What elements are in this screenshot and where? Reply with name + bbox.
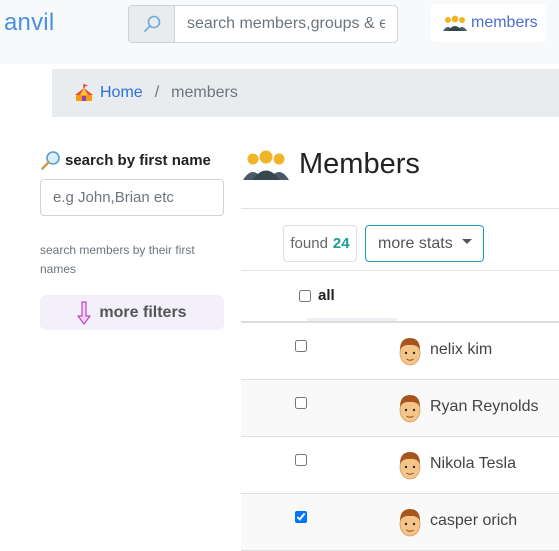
- nav-members-label: members: [471, 14, 538, 31]
- brand-logo[interactable]: anvil: [4, 9, 54, 37]
- name-search-title: search by first name: [65, 151, 211, 169]
- row-checkbox[interactable]: [295, 454, 307, 466]
- face-icon: [399, 509, 421, 537]
- down-arrow-icon: [77, 300, 92, 325]
- breadcrumb: Home / members: [52, 69, 559, 117]
- found-label: found: [290, 235, 328, 252]
- select-all: all: [299, 287, 335, 304]
- breadcrumb-home-label: Home: [100, 84, 143, 101]
- face-icon: [399, 452, 421, 480]
- global-search-input[interactable]: [174, 5, 398, 43]
- select-all-checkbox[interactable]: [299, 289, 311, 302]
- found-count-badge: found 24: [283, 225, 357, 262]
- face-icon: [399, 338, 421, 366]
- table-row[interactable]: Nikola Tesla: [241, 437, 559, 494]
- member-name[interactable]: Nikola Tesla: [430, 455, 516, 473]
- row-checkbox[interactable]: [295, 397, 307, 409]
- row-checkbox[interactable]: [295, 511, 307, 523]
- divider: [241, 208, 559, 209]
- divider: [241, 270, 559, 271]
- breadcrumb-separator: /: [154, 84, 160, 101]
- breadcrumb-home[interactable]: Home: [74, 83, 143, 103]
- name-search-help: search members by their first names: [40, 243, 195, 276]
- members-table: nelix kim Ryan Reynolds Nikola Tesla cas…: [241, 323, 559, 551]
- nav-members-link[interactable]: members: [431, 4, 546, 42]
- page-title: Members: [243, 148, 420, 181]
- caret-down-icon: [461, 239, 472, 244]
- more-stats-label: more stats: [378, 234, 453, 252]
- member-name[interactable]: nelix kim: [430, 341, 492, 359]
- member-name[interactable]: casper orich: [430, 512, 517, 530]
- circus-tent-icon: [75, 84, 93, 101]
- page-title-text: Members: [299, 148, 420, 180]
- more-filters-button[interactable]: more filters: [40, 295, 224, 330]
- face-icon: [399, 395, 421, 423]
- name-search-heading: search by first name: [40, 150, 211, 170]
- breadcrumb-current: members: [171, 84, 238, 101]
- row-checkbox[interactable]: [295, 340, 307, 352]
- member-name[interactable]: Ryan Reynolds: [430, 398, 539, 416]
- found-count: 24: [332, 235, 350, 252]
- magnifier-icon: [41, 151, 60, 170]
- more-filters-label: more filters: [99, 303, 187, 321]
- first-name-input[interactable]: [40, 179, 224, 216]
- table-row[interactable]: nelix kim: [241, 323, 559, 380]
- people-group-icon: [243, 150, 289, 180]
- top-navbar: anvil members: [0, 0, 559, 64]
- search-button[interactable]: [128, 5, 174, 43]
- select-all-label: all: [318, 287, 335, 304]
- more-stats-dropdown[interactable]: more stats: [365, 225, 484, 262]
- global-search: [128, 5, 398, 43]
- magnifier-icon: [143, 15, 160, 32]
- table-row[interactable]: Ryan Reynolds: [241, 380, 559, 437]
- people-group-icon: [443, 15, 467, 31]
- table-row[interactable]: casper orich: [241, 494, 559, 551]
